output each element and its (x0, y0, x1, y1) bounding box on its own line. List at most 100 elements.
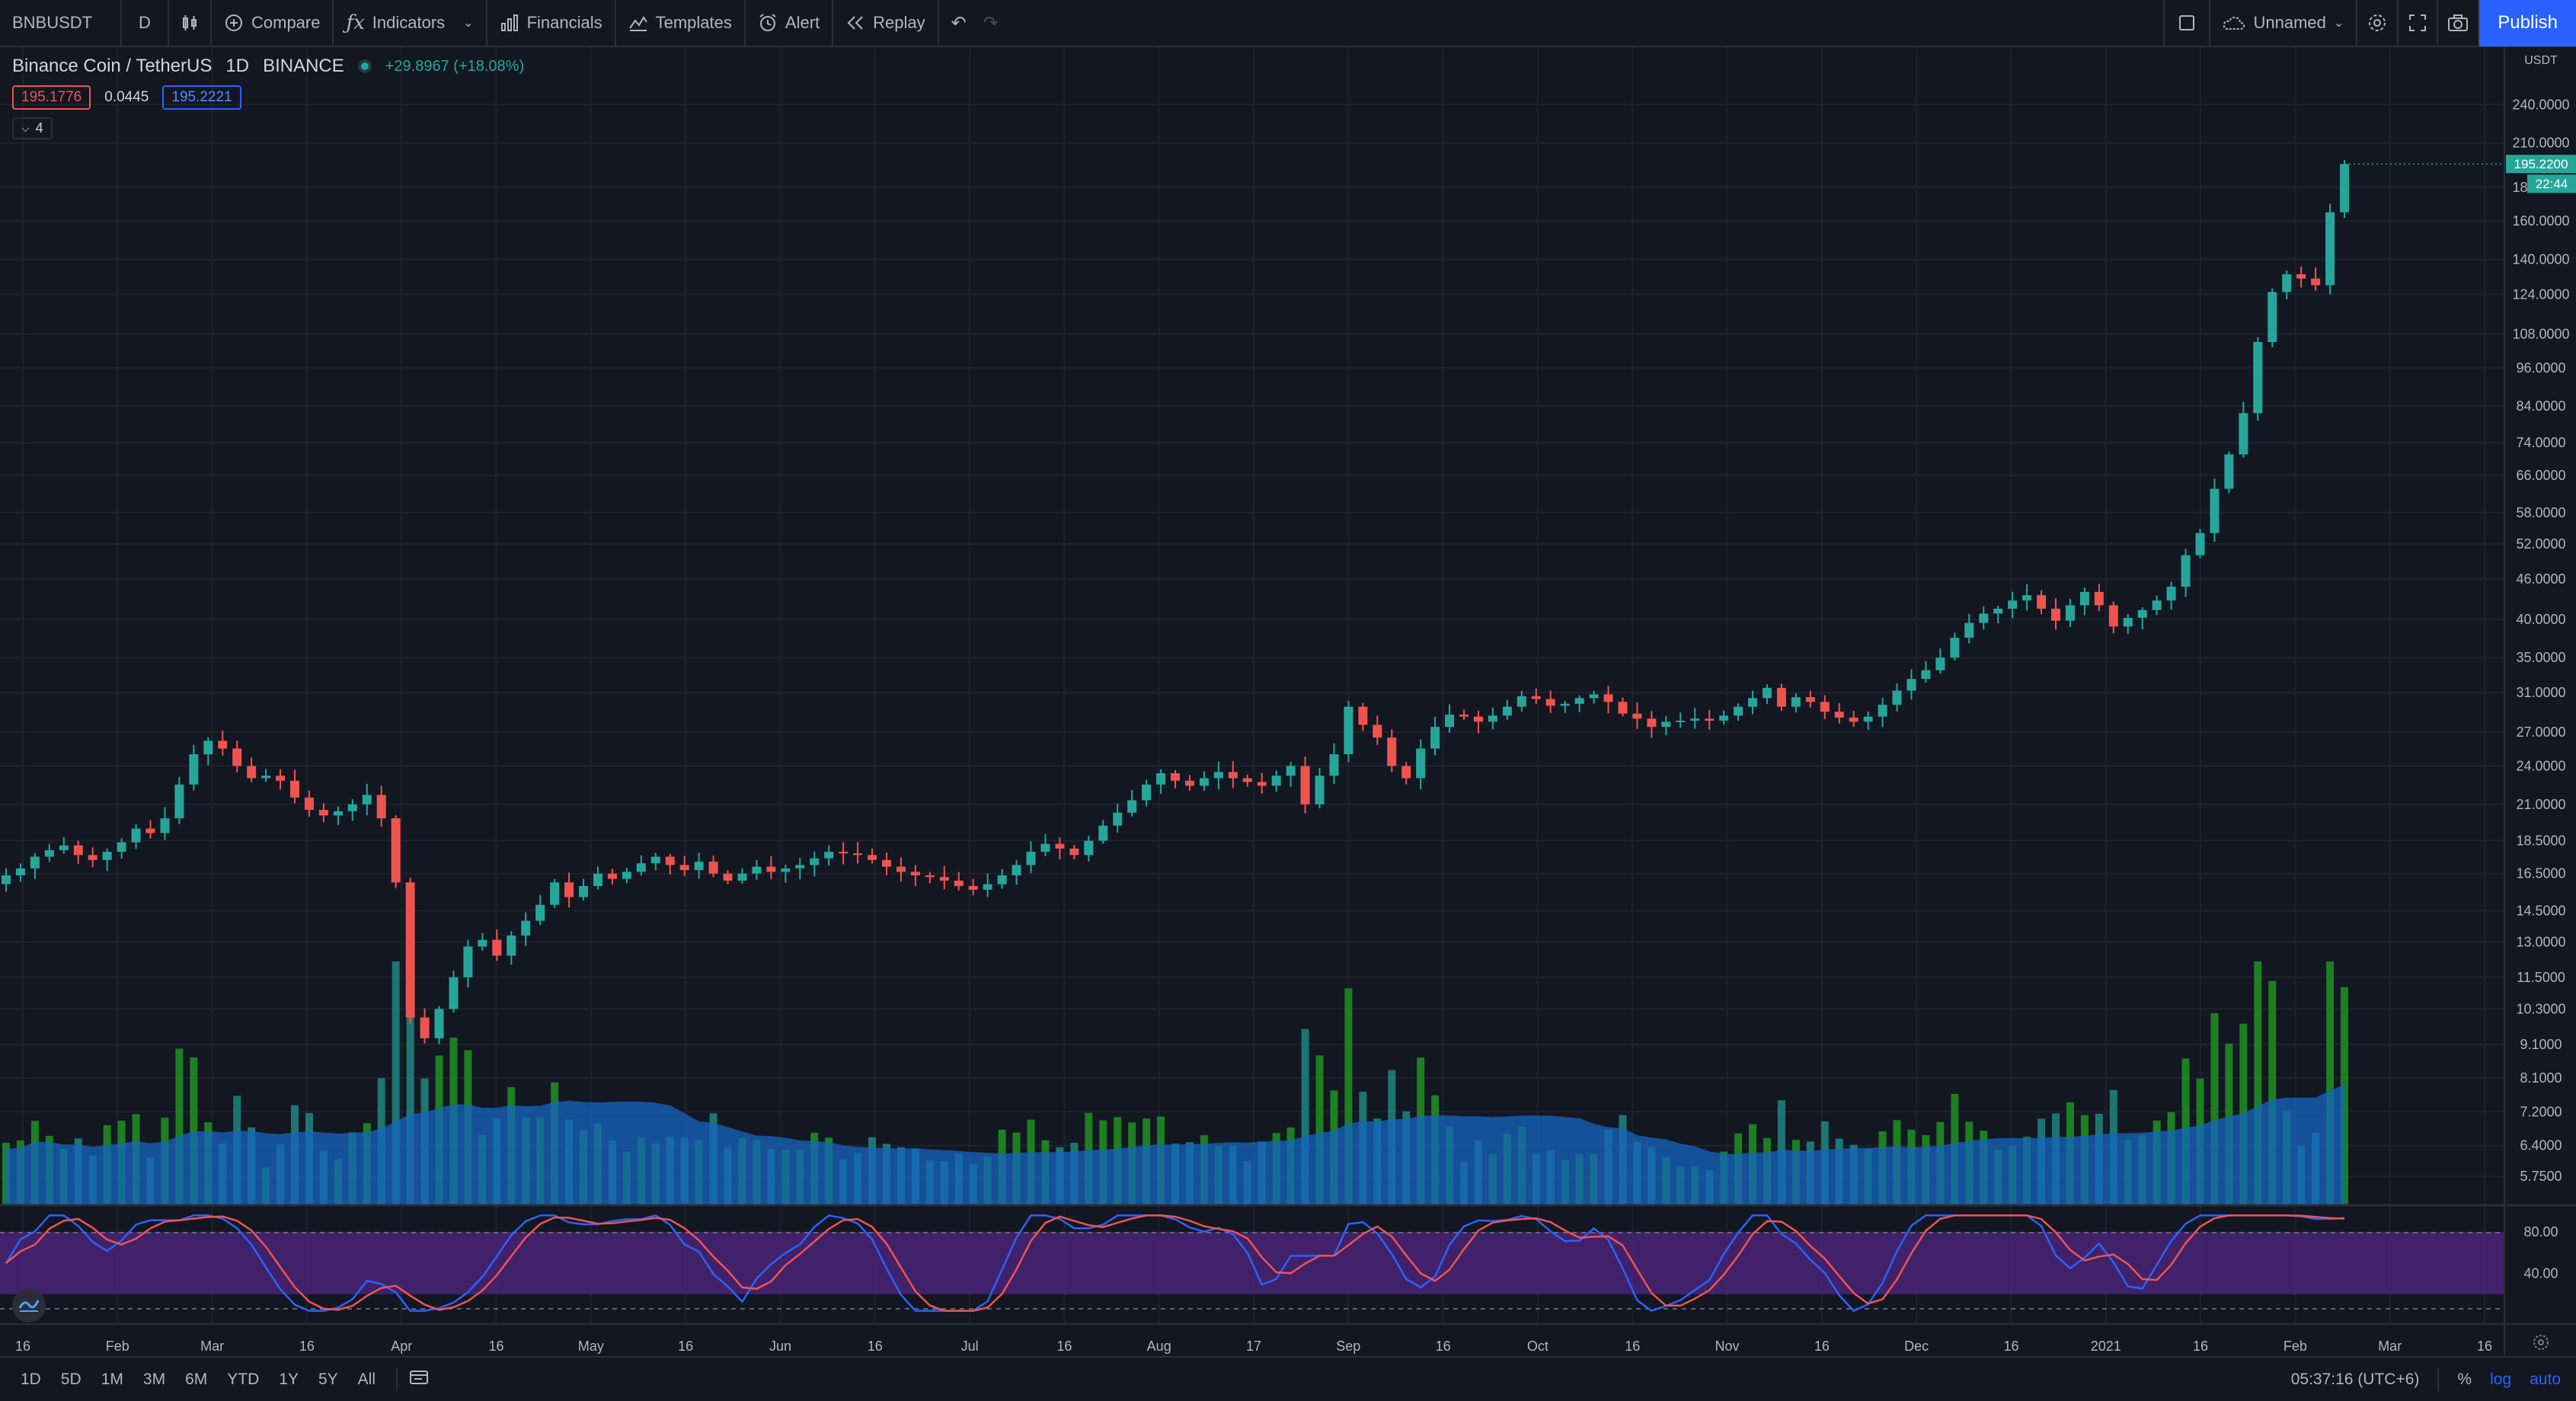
screenshot-button[interactable] (2438, 0, 2480, 46)
market-status-dot[interactable] (357, 59, 372, 73)
candle-body (1026, 852, 1036, 865)
bid-price[interactable]: 195.1776 (12, 85, 91, 110)
rewind-icon (845, 13, 865, 33)
candle-body (824, 852, 834, 859)
time-tick-label: 16 (678, 1339, 693, 1354)
range-6m[interactable]: 6M (175, 1371, 217, 1389)
candle-body (1545, 699, 1555, 706)
candle-body (622, 872, 631, 879)
fullscreen-button[interactable] (2399, 0, 2439, 46)
compare-button[interactable]: Compare (212, 0, 334, 46)
financials-label: Financials (526, 13, 602, 32)
chart-type-button[interactable] (169, 0, 212, 46)
chart-pane[interactable]: 240.0000210.0000180.0000160.0000140.0000… (0, 47, 2576, 1356)
candle-body (376, 795, 386, 819)
price-tick-label: 11.5000 (2517, 970, 2565, 985)
time-axis[interactable]: 16 Feb Mar 16 Apr 16 May 16 Jun 16 Jul 16 Aug 17 Sep 16… (15, 1339, 2492, 1354)
layout-name-label: Unnamed (2253, 13, 2326, 32)
cloud-icon (2223, 14, 2245, 31)
publish-button[interactable]: Publish (2479, 0, 2576, 46)
candle-body (88, 855, 97, 860)
range-1y[interactable]: 1Y (269, 1371, 308, 1389)
ask-price[interactable]: 195.2221 (162, 85, 241, 110)
replay-button[interactable]: Replay (833, 0, 939, 46)
range-5d[interactable]: 5D (51, 1371, 91, 1389)
templates-button[interactable]: Templates (616, 0, 746, 46)
range-1m[interactable]: 1M (91, 1371, 133, 1389)
legend-title[interactable]: Binance Coin / TetherUS (12, 56, 212, 77)
candle-body (1184, 780, 1194, 786)
candle-body (304, 797, 314, 811)
candle-body (1560, 703, 1570, 706)
candle-body (1358, 706, 1368, 725)
candle-body (276, 776, 286, 781)
candles (2, 160, 2349, 1044)
symbol-search[interactable]: BNBUSDT (0, 0, 122, 46)
range-3m[interactable]: 3M (133, 1371, 175, 1389)
candle-body (1344, 706, 1354, 755)
candle-body (1661, 721, 1671, 728)
layout-name-button[interactable]: Unnamed ⌄ (2210, 0, 2358, 46)
redo-icon[interactable]: ↷ (983, 12, 999, 34)
time-tick-label: Apr (391, 1339, 412, 1354)
rsi-axis[interactable]: 80.00 40.00 (2523, 1224, 2558, 1281)
candle-body (1762, 687, 1772, 699)
candle-body (983, 884, 992, 890)
price-tick-label: 66.0000 (2516, 468, 2565, 483)
candle-body (665, 856, 675, 865)
candle-body (2325, 212, 2335, 286)
toolbar-right: Unnamed ⌄ Publish (2163, 0, 2576, 46)
candle-body (1863, 716, 1873, 722)
price-tick-label: 14.5000 (2516, 903, 2565, 918)
plus-circle-icon (224, 13, 244, 33)
goto-date-icon[interactable] (408, 1368, 430, 1390)
candle-body (1921, 670, 1931, 680)
indicator-badge[interactable] (12, 1289, 46, 1323)
axis-settings-icon[interactable] (2533, 1335, 2549, 1350)
candle-body (1257, 782, 1267, 786)
range-all[interactable]: All (348, 1371, 385, 1389)
candle-body (968, 886, 978, 890)
price-axis[interactable]: 240.0000210.0000180.0000160.0000140.0000… (2512, 97, 2569, 1184)
candle-body (593, 873, 602, 887)
log-toggle[interactable]: log (2490, 1371, 2511, 1389)
indicators-collapse-button[interactable]: ⌵ 4 (12, 117, 53, 139)
time-tick-label: 16 (868, 1339, 883, 1354)
bottom-toolbar: 1D 5D 1M 3M 6M YTD 1Y 5Y All 05:37:16 (U… (0, 1356, 2576, 1401)
candle-body (1834, 712, 1844, 718)
settings-button[interactable] (2357, 0, 2399, 46)
percent-toggle[interactable]: % (2457, 1371, 2472, 1389)
candle-body (1805, 697, 1815, 702)
clock-label[interactable]: 05:37:16 (UTC+6) (2291, 1371, 2420, 1389)
time-tick-label: 16 (1625, 1339, 1640, 1354)
range-1d[interactable]: 1D (11, 1371, 51, 1389)
candle-body (1603, 694, 1613, 702)
auto-toggle[interactable]: auto (2530, 1371, 2561, 1389)
financials-button[interactable]: Financials (487, 0, 616, 46)
range-ytd[interactable]: YTD (217, 1371, 269, 1389)
candle-body (174, 784, 184, 819)
wave-icon (18, 1296, 40, 1316)
time-tick-label: 16 (1814, 1339, 1830, 1354)
candle-body (1199, 778, 1209, 786)
chevron-down-icon[interactable]: ⌄ (463, 15, 473, 30)
candle-body (2094, 591, 2104, 606)
candle-body (2037, 595, 2047, 609)
undo-icon[interactable]: ↶ (951, 12, 967, 34)
candle-body (2050, 608, 2060, 621)
interval-button[interactable]: D (122, 0, 169, 46)
camera-icon (2447, 14, 2469, 32)
gear-icon (2367, 12, 2388, 34)
range-5y[interactable]: 5Y (308, 1371, 348, 1389)
compare-label: Compare (251, 13, 321, 32)
alert-button[interactable]: Alert (746, 0, 834, 46)
layout-toggle-button[interactable] (2163, 0, 2211, 46)
price-tick-label: 18.5000 (2516, 833, 2565, 849)
indicators-button[interactable]: ƒx Indicators ⌄ (334, 0, 487, 46)
candle-body (1734, 706, 1743, 716)
price-tick-label: 21.0000 (2516, 797, 2565, 812)
alarm-clock-icon (758, 13, 778, 33)
legend-interval: 1D (225, 56, 250, 76)
price-tick-label: 7.2000 (2520, 1104, 2562, 1119)
candle-body (318, 810, 328, 816)
